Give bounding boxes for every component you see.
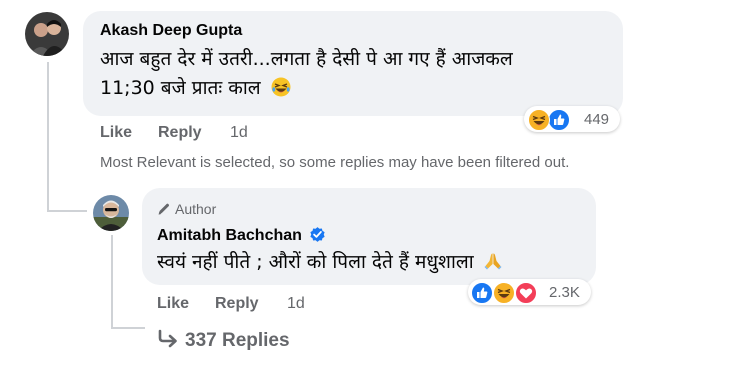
love-icon <box>515 282 537 304</box>
view-replies-label: 337 Replies <box>185 330 290 351</box>
thread-line-reply <box>111 235 113 329</box>
reply-avatar[interactable] <box>93 195 129 231</box>
reaction-count: 449 <box>584 111 610 128</box>
reply-text-content: स्वयं नहीं पीते ; औरों को पिला देते हैं … <box>157 251 474 273</box>
avatar[interactable] <box>25 12 69 56</box>
like-icon <box>548 109 570 131</box>
view-replies-link[interactable]: 337 Replies <box>157 329 290 355</box>
haha-icon <box>493 282 515 304</box>
comment-reactions[interactable]: 449 <box>524 106 620 132</box>
like-button[interactable]: Like <box>100 124 132 142</box>
author-badge: Author <box>157 201 216 219</box>
thread-line-replies-branch <box>111 327 145 329</box>
thread-line-branch <box>47 210 87 212</box>
pencil-icon <box>157 202 171 219</box>
like-button[interactable]: Like <box>157 295 189 313</box>
laughing-emoji-icon <box>271 77 291 106</box>
reply-timestamp[interactable]: 1d <box>287 295 305 313</box>
filter-note: Most Relevant is selected, so some repli… <box>100 154 570 171</box>
comment-text-line2-content: 11;30 बजे प्रातः काल <box>100 77 261 99</box>
reply-author-name[interactable]: Amitabh Bachchan <box>157 226 326 248</box>
reply-reactions[interactable]: 2.3K <box>468 279 591 305</box>
folded-hands-emoji-icon <box>484 250 502 279</box>
reply-actions: Like Reply 1d <box>157 295 357 315</box>
comment-timestamp[interactable]: 1d <box>230 124 248 142</box>
reply-arrow-icon <box>157 329 179 355</box>
reaction-count: 2.3K <box>549 284 580 301</box>
comment-text-line1: आज बहुत देर में उतरी...लगता है देसी पे आ… <box>100 48 513 70</box>
reply-text: स्वयं नहीं पीते ; औरों को पिला देते हैं … <box>157 248 502 279</box>
comment-actions: Like Reply 1d <box>100 124 300 144</box>
comment-text-line2: 11;30 बजे प्रातः काल <box>100 74 291 106</box>
thread-line-main <box>47 62 49 212</box>
author-badge-label: Author <box>175 201 217 217</box>
comment-author-name[interactable]: Akash Deep Gupta <box>100 22 242 40</box>
reply-button[interactable]: Reply <box>158 124 202 142</box>
reply-button[interactable]: Reply <box>215 295 259 313</box>
reply-author-label: Amitabh Bachchan <box>157 227 302 244</box>
verified-badge-icon <box>309 226 326 248</box>
like-icon <box>471 282 493 304</box>
haha-icon <box>528 109 550 131</box>
